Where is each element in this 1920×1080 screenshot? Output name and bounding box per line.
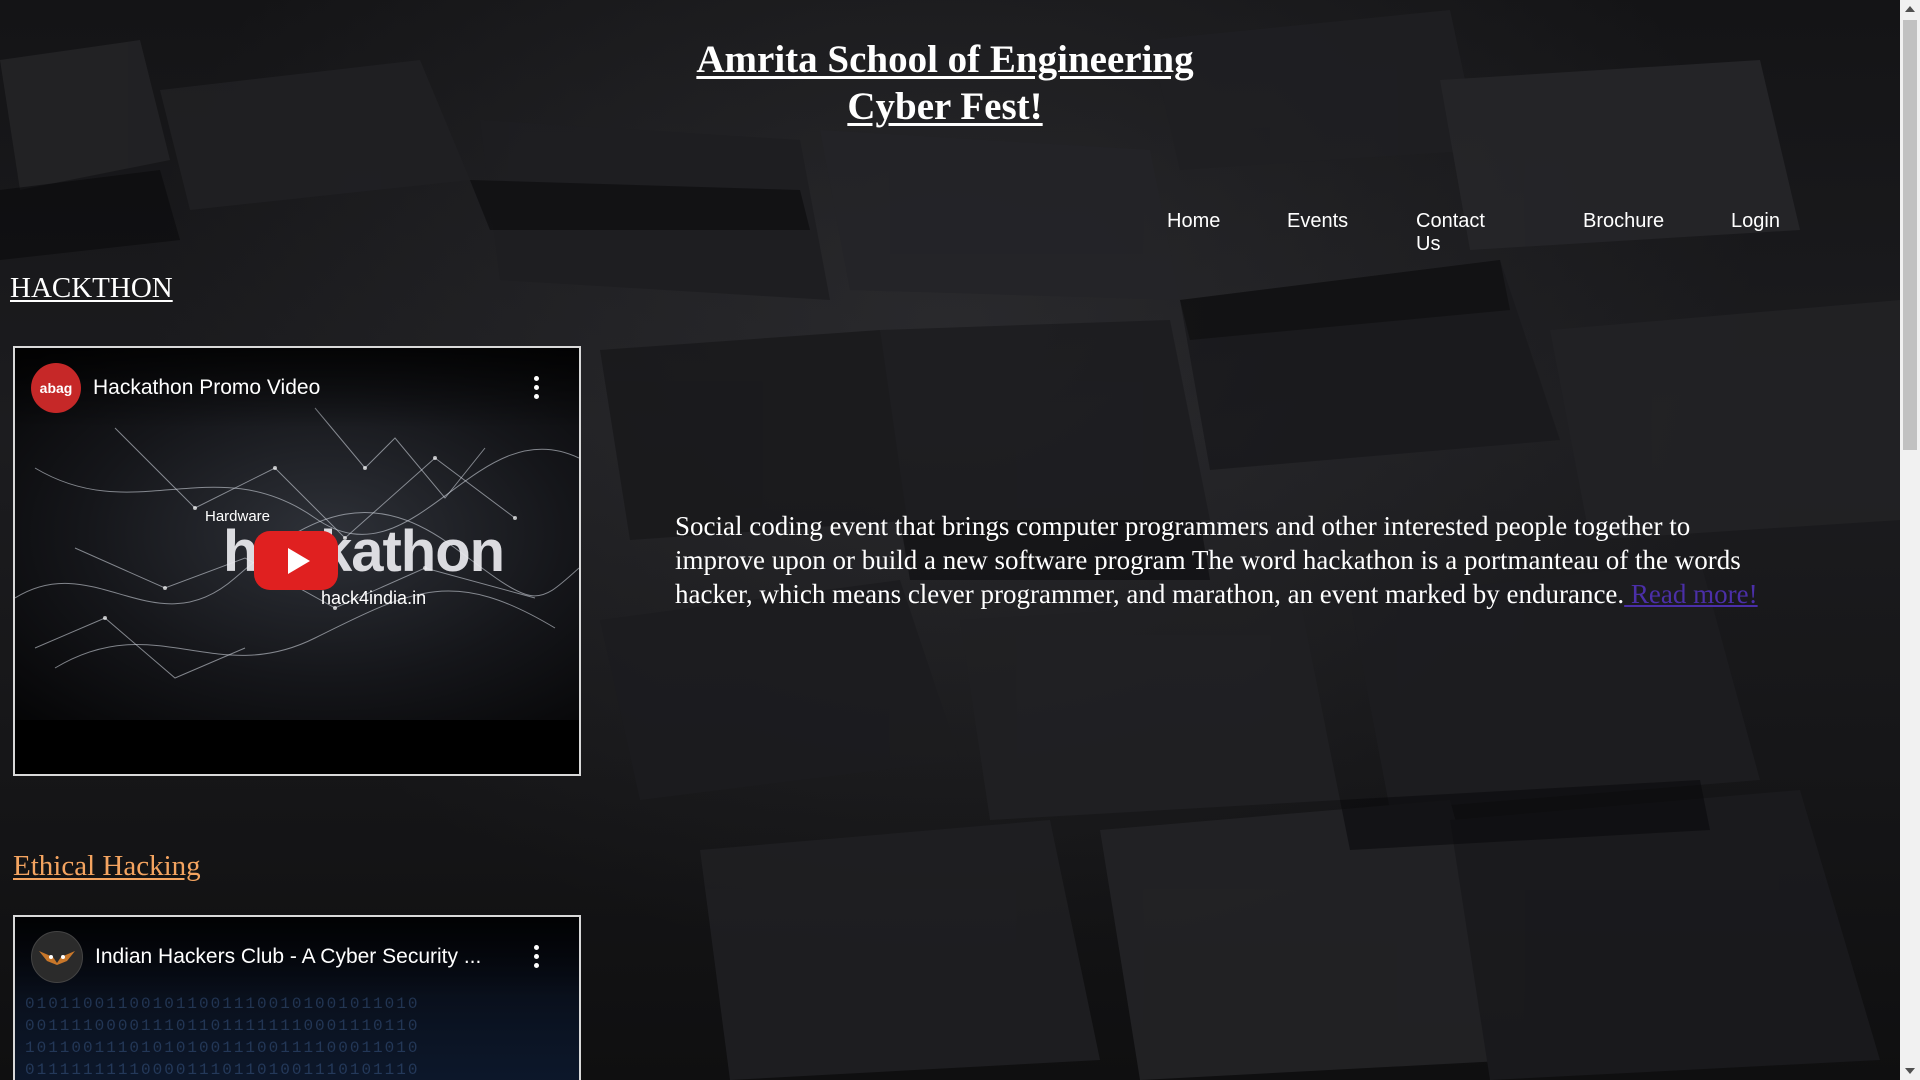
thumbnail-binary-pattern: 0101100110010110011100101001011010 — [25, 995, 420, 1013]
nav-login[interactable]: Login — [1731, 210, 1780, 233]
hackathon-video-embed[interactable]: Hardware hackathon hack4india.in abag Ha… — [13, 346, 581, 776]
nav-events[interactable]: Events — [1287, 210, 1348, 233]
scroll-up-button[interactable] — [1900, 0, 1920, 18]
read-more-link[interactable]: Read more! — [1624, 579, 1758, 609]
channel-avatar[interactable]: abag — [31, 363, 81, 413]
chevron-down-icon — [1905, 1068, 1915, 1074]
thumbnail-binary-pattern: 0011110000111011011111110001110110 — [25, 1017, 420, 1035]
hackathon-description: Social coding event that brings computer… — [675, 509, 1785, 611]
hackers-club-logo-icon — [39, 951, 75, 965]
chevron-up-icon — [1905, 6, 1915, 12]
video-header: abag Hackathon Promo Video — [15, 348, 579, 428]
site-title-line1: Amrita School of Engineering — [696, 38, 1194, 81]
video-header: Indian Hackers Club - A Cyber Security .… — [15, 917, 579, 997]
channel-avatar[interactable] — [31, 931, 83, 983]
thumbnail-binary-pattern: 0111111111000011101101001110101110 — [25, 1061, 420, 1079]
scroll-down-button[interactable] — [1900, 1062, 1920, 1080]
vertical-scrollbar[interactable] — [1900, 0, 1920, 1080]
kebab-menu-icon[interactable] — [533, 376, 539, 399]
thumbnail-caption-url: hack4india.in — [321, 588, 427, 608]
kebab-menu-icon[interactable] — [533, 945, 539, 968]
scrollbar-thumb[interactable] — [1903, 20, 1917, 450]
page-viewport: Amrita School of Engineering Cyber Fest!… — [0, 0, 1920, 1080]
site-title-line2: Cyber Fest! — [847, 85, 1043, 128]
video-title[interactable]: Indian Hackers Club - A Cyber Security .… — [95, 945, 481, 969]
channel-avatar-text: abag — [39, 380, 73, 396]
nav-home[interactable]: Home — [1167, 210, 1220, 233]
nav-contact-us[interactable]: Contact Us — [1416, 210, 1485, 256]
nav-brochure[interactable]: Brochure — [1583, 210, 1664, 233]
play-button[interactable] — [254, 531, 338, 590]
ethical-hacking-video-embed[interactable]: 0101100110010110011100101001011010 00111… — [13, 915, 581, 1080]
site-title: Amrita School of Engineering Cyber Fest! — [640, 36, 1250, 130]
hackathon-heading: HACKTHON — [10, 272, 173, 304]
ethical-hacking-heading[interactable]: Ethical Hacking — [13, 850, 201, 883]
play-icon — [287, 547, 310, 574]
thumbnail-binary-pattern: 1011001110101010011100111100011010 — [25, 1039, 420, 1057]
hackathon-description-text: Social coding event that brings computer… — [675, 511, 1741, 609]
video-title[interactable]: Hackathon Promo Video — [93, 376, 320, 400]
